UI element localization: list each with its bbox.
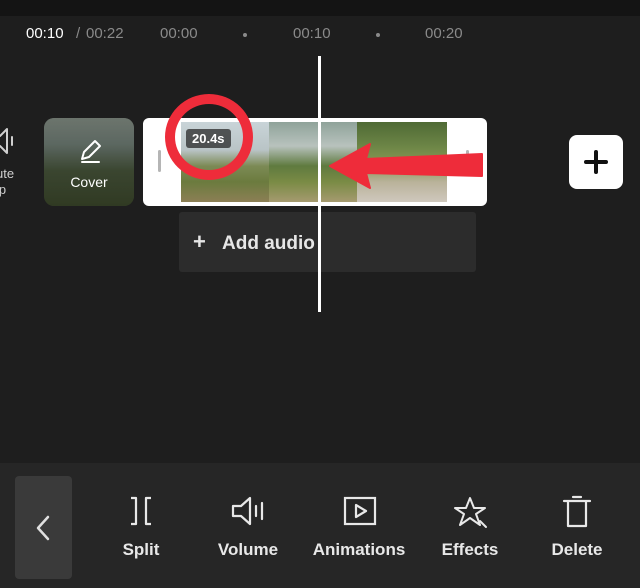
- effects-button[interactable]: Effects: [430, 463, 510, 588]
- top-bar: [0, 0, 640, 16]
- add-clip-button[interactable]: [569, 135, 623, 189]
- delete-icon: [562, 495, 592, 528]
- annotation-circle: [165, 94, 253, 180]
- mute-label-line2: ip: [0, 182, 7, 197]
- add-audio-plus-icon: +: [193, 229, 206, 254]
- volume-button[interactable]: Volume: [208, 463, 288, 588]
- volume-label: Volume: [217, 540, 279, 559]
- split-icon: [131, 496, 151, 526]
- time-separator: /: [76, 25, 81, 42]
- delete-button[interactable]: Delete: [540, 463, 614, 588]
- timeline-tick: 00:10: [293, 25, 331, 42]
- timeline-tick: 00:20: [425, 25, 463, 42]
- timeline-tick: 00:00: [160, 25, 198, 42]
- animations-button[interactable]: Animations: [305, 463, 413, 588]
- delete-label: Delete: [551, 540, 603, 559]
- animations-label: Animations: [312, 540, 406, 559]
- effects-icon: [454, 497, 487, 528]
- annotation-arrow-icon: [326, 140, 486, 197]
- cover-button[interactable]: Cover: [44, 118, 134, 206]
- playhead[interactable]: [318, 56, 321, 312]
- bottom-toolbar: Split Volume Animations Effects Delete: [0, 463, 640, 588]
- add-audio-button[interactable]: + Add audio: [179, 212, 476, 272]
- split-button[interactable]: Split: [106, 463, 176, 588]
- split-label: Split: [122, 540, 160, 559]
- mute-label-line1: ute: [0, 166, 15, 181]
- back-button[interactable]: [15, 476, 72, 579]
- pencil-icon: [77, 138, 103, 169]
- chevron-left-icon: [33, 514, 53, 547]
- timeline-dot: [376, 33, 380, 37]
- cover-label: Cover: [70, 174, 108, 190]
- speaker-icon: [0, 126, 18, 161]
- total-time: 00:22: [86, 25, 124, 42]
- timeline-dot: [243, 33, 247, 37]
- add-audio-label: Add audio: [222, 233, 315, 254]
- effects-label: Effects: [441, 540, 499, 559]
- volume-icon: [231, 496, 264, 526]
- animations-icon: [343, 496, 377, 526]
- current-time: 00:10: [26, 25, 64, 42]
- clip-trim-handle-left[interactable]: [158, 150, 161, 172]
